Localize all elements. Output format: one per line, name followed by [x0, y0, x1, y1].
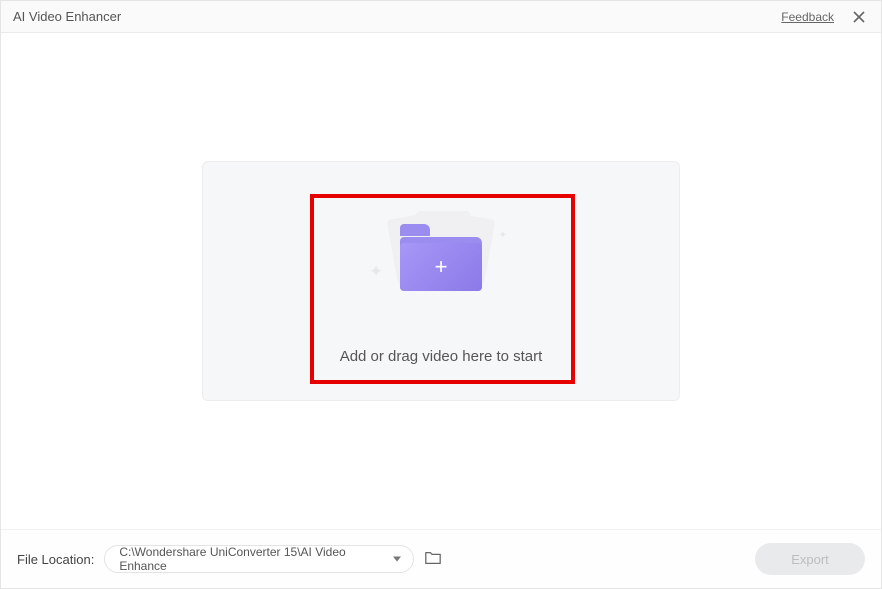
file-location-path: C:\Wondershare UniConverter 15\AI Video … — [119, 545, 383, 573]
feedback-link[interactable]: Feedback — [781, 10, 834, 24]
file-location-label: File Location: — [17, 552, 94, 567]
browse-folder-button[interactable] — [424, 550, 444, 568]
file-location-select[interactable]: C:\Wondershare UniConverter 15\AI Video … — [104, 545, 414, 573]
main-area: ✦ ✦ + Add or drag video here to start — [1, 33, 881, 529]
folder-illustration: ✦ ✦ + — [371, 204, 511, 304]
plus-icon: + — [435, 256, 448, 278]
footer: File Location: C:\Wondershare UniConvert… — [1, 529, 881, 588]
sparkle-icon: ✦ — [369, 262, 383, 282]
sparkle-icon: ✦ — [499, 230, 507, 241]
chevron-down-icon — [393, 557, 401, 562]
export-button[interactable]: Export — [755, 543, 865, 575]
video-dropzone[interactable]: ✦ ✦ + Add or drag video here to start — [202, 161, 680, 401]
titlebar: AI Video Enhancer Feedback — [1, 1, 881, 33]
close-icon — [852, 10, 866, 24]
app-title: AI Video Enhancer — [13, 9, 781, 24]
dropzone-label: Add or drag video here to start — [340, 348, 543, 365]
folder-icon: + — [400, 231, 482, 291]
close-button[interactable] — [849, 7, 869, 27]
folder-icon — [424, 550, 442, 566]
